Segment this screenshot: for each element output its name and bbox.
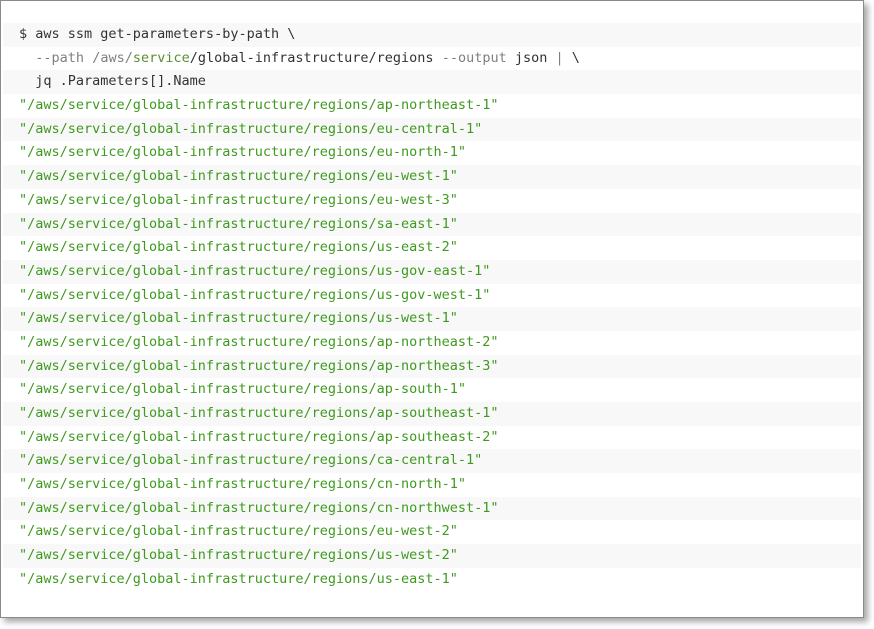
region-parameter-path: "/aws/service/global-infrastructure/regi… — [19, 168, 458, 185]
region-parameter-path: "/aws/service/global-infrastructure/regi… — [19, 97, 499, 114]
line-continuation: \ — [563, 49, 580, 66]
output-line: "/aws/service/global-infrastructure/regi… — [3, 307, 861, 331]
command-text: $ aws ssm get-parameters-by-path \ — [19, 26, 296, 42]
path-segment: /aws/ — [92, 49, 133, 66]
output-line: "/aws/service/global-infrastructure/regi… — [3, 378, 861, 402]
region-parameter-path: "/aws/service/global-infrastructure/regi… — [19, 120, 483, 137]
output-line: "/aws/service/global-infrastructure/regi… — [3, 544, 861, 568]
region-parameter-path: "/aws/service/global-infrastructure/regi… — [19, 357, 499, 374]
region-parameter-path: "/aws/service/global-infrastructure/regi… — [19, 239, 458, 256]
output-line: "/aws/service/global-infrastructure/regi… — [3, 496, 861, 521]
code-line-command-2: --path /aws/service/global-infrastructur… — [3, 46, 861, 71]
path-segment-service: service — [132, 49, 190, 66]
region-parameter-path: "/aws/service/global-infrastructure/regi… — [19, 310, 458, 327]
output-line: "/aws/service/global-infrastructure/regi… — [3, 188, 861, 213]
path-option: --path — [35, 49, 85, 66]
command-output: "/aws/service/global-infrastructure/regi… — [3, 94, 861, 592]
region-parameter-path: "/aws/service/global-infrastructure/regi… — [19, 499, 499, 516]
region-parameter-path: "/aws/service/global-infrastructure/regi… — [19, 333, 499, 350]
output-line: "/aws/service/global-infrastructure/regi… — [3, 283, 861, 308]
region-parameter-path: "/aws/service/global-infrastructure/regi… — [19, 476, 467, 493]
output-line: "/aws/service/global-infrastructure/regi… — [3, 236, 861, 260]
region-parameter-path: "/aws/service/global-infrastructure/regi… — [19, 381, 467, 398]
code-block-frame: $ aws ssm get-parameters-by-path \ --pat… — [0, 0, 864, 618]
output-line: "/aws/service/global-infrastructure/regi… — [3, 354, 861, 379]
pipe-symbol: | — [555, 49, 564, 66]
region-parameter-path: "/aws/service/global-infrastructure/regi… — [19, 428, 499, 445]
region-parameter-path: "/aws/service/global-infrastructure/regi… — [19, 215, 458, 232]
region-parameter-path: "/aws/service/global-infrastructure/regi… — [19, 144, 467, 161]
output-option: --output — [441, 49, 507, 66]
region-parameter-path: "/aws/service/global-infrastructure/regi… — [19, 523, 458, 540]
output-line: "/aws/service/global-infrastructure/regi… — [3, 94, 861, 118]
code-line-command-1: $ aws ssm get-parameters-by-path \ — [3, 23, 861, 47]
output-line: "/aws/service/global-infrastructure/regi… — [3, 259, 861, 284]
output-line: "/aws/service/global-infrastructure/regi… — [3, 473, 861, 497]
path-segment-rest: /global-infrastructure/regions — [189, 49, 434, 66]
region-parameter-path: "/aws/service/global-infrastructure/regi… — [19, 191, 458, 208]
region-parameter-path: "/aws/service/global-infrastructure/regi… — [19, 547, 458, 564]
region-parameter-path: "/aws/service/global-infrastructure/regi… — [19, 405, 499, 421]
output-line: "/aws/service/global-infrastructure/regi… — [3, 402, 861, 426]
output-line: "/aws/service/global-infrastructure/regi… — [3, 117, 861, 142]
output-line: "/aws/service/global-infrastructure/regi… — [3, 212, 861, 237]
region-parameter-path: "/aws/service/global-infrastructure/regi… — [19, 262, 491, 279]
output-line: "/aws/service/global-infrastructure/regi… — [3, 449, 861, 474]
region-parameter-path: "/aws/service/global-infrastructure/regi… — [19, 452, 483, 469]
code-line-command-3: jq .Parameters[].Name — [3, 70, 861, 95]
output-line: "/aws/service/global-infrastructure/regi… — [3, 141, 861, 166]
region-parameter-path: "/aws/service/global-infrastructure/regi… — [19, 286, 491, 303]
output-line: "/aws/service/global-infrastructure/regi… — [3, 330, 861, 355]
code-block: $ aws ssm get-parameters-by-path \ --pat… — [3, 3, 861, 615]
output-line: "/aws/service/global-infrastructure/regi… — [3, 520, 861, 545]
region-parameter-path: "/aws/service/global-infrastructure/regi… — [19, 570, 458, 587]
output-line: "/aws/service/global-infrastructure/regi… — [3, 165, 861, 189]
output-line: "/aws/service/global-infrastructure/regi… — [3, 425, 861, 450]
jq-command: jq .Parameters[].Name — [19, 73, 206, 90]
output-value: json — [506, 49, 556, 66]
output-line: "/aws/service/global-infrastructure/regi… — [3, 567, 861, 592]
